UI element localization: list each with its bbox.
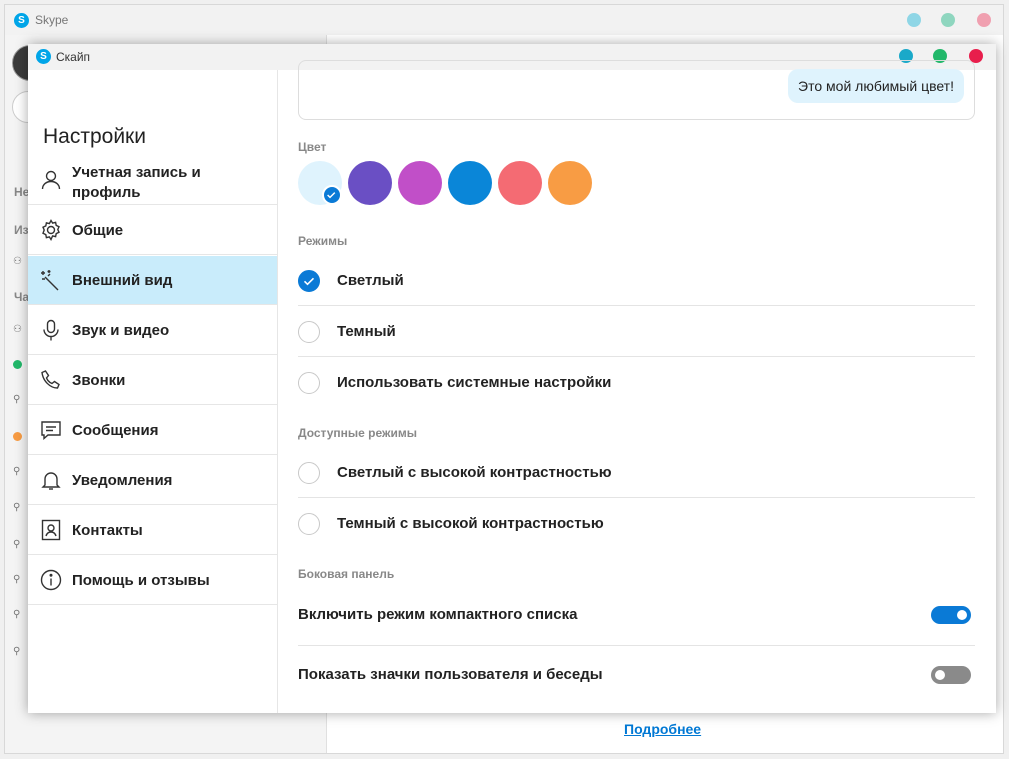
mode-option-label: Темный xyxy=(337,323,396,340)
nav-item-general[interactable]: Общие xyxy=(28,206,277,255)
mode-option[interactable]: Темный xyxy=(298,307,975,357)
nav-item-label: Учетная запись и профиль xyxy=(72,164,201,201)
radio-icon[interactable] xyxy=(298,372,320,394)
toggle-knob xyxy=(957,610,967,620)
mode-option[interactable]: Использовать системные настройки xyxy=(298,358,975,408)
nav-item-contacts[interactable]: Контакты xyxy=(28,506,277,555)
person-icon xyxy=(39,168,63,192)
nav-item-notifications[interactable]: Уведомления xyxy=(28,456,277,505)
magic-wand-icon xyxy=(39,268,63,292)
away-status-icon xyxy=(13,432,22,441)
mode-option[interactable]: Светлый с высокой контрастностью xyxy=(298,448,975,498)
group-icon: ⚇ xyxy=(13,324,22,335)
nav-item-label: Внешний вид xyxy=(72,272,173,289)
person-icon: ⚲ xyxy=(13,646,21,657)
radio-icon[interactable] xyxy=(298,321,320,343)
toggle-switch-off[interactable] xyxy=(931,666,971,684)
settings-dialog: S Скайп Настройки Учетная запись и профи… xyxy=(28,44,996,713)
group-icon: ⚇ xyxy=(13,256,22,267)
nav-item-account[interactable]: Учетная запись и профиль xyxy=(28,156,277,205)
color-swatch-orange[interactable] xyxy=(548,161,592,205)
nav-item-messaging[interactable]: Сообщения xyxy=(28,406,277,455)
radio-icon[interactable] xyxy=(298,513,320,535)
message-icon xyxy=(39,418,63,442)
nav-item-label: Уведомления xyxy=(72,472,173,489)
phone-icon xyxy=(39,368,63,392)
nav-item-appearance[interactable]: Внешний вид xyxy=(28,256,277,305)
sidebar-section-label: Боковая панель xyxy=(298,567,395,581)
online-status-icon xyxy=(13,360,22,369)
person-icon: ⚲ xyxy=(13,394,21,405)
microphone-icon xyxy=(39,318,63,342)
color-swatch-light-blue[interactable] xyxy=(298,161,342,205)
nav-item-help[interactable]: Помощь и отзывы xyxy=(28,556,277,605)
color-swatch-magenta[interactable] xyxy=(398,161,442,205)
mode-option[interactable]: Темный с высокой контрастностью xyxy=(298,499,975,549)
person-icon: ⚲ xyxy=(13,502,21,513)
color-swatch-blue[interactable] xyxy=(448,161,492,205)
person-icon: ⚲ xyxy=(13,539,21,550)
toggle-label: Включить режим компактного списка xyxy=(298,606,578,623)
person-icon: ⚲ xyxy=(13,574,21,585)
radio-checked-icon[interactable] xyxy=(298,270,320,292)
color-section-label: Цвет xyxy=(298,140,327,154)
contact-card-icon xyxy=(39,518,63,542)
mode-option-label: Темный с высокой контрастностью xyxy=(337,515,604,532)
skype-logo-icon: S xyxy=(14,13,29,28)
nav-item-label: Сообщения xyxy=(72,422,159,439)
main-titlebar: S Skype xyxy=(5,5,1003,35)
modes-section-label: Режимы xyxy=(298,234,348,248)
mode-option[interactable]: Светлый xyxy=(298,256,975,306)
appearance-panel: Это мой любимый цвет! Цвет Режимы Светлы… xyxy=(278,60,996,713)
toggle-switch-on[interactable] xyxy=(931,606,971,624)
nav-item-audio-video[interactable]: Звук и видео xyxy=(28,306,277,355)
nav-item-label: Контакты xyxy=(72,522,143,539)
nav-item-label: Звонки xyxy=(72,372,126,389)
theme-preview: Это мой любимый цвет! xyxy=(298,60,975,120)
settings-heading: Настройки xyxy=(43,125,146,148)
skype-logo-icon: S xyxy=(36,49,51,64)
preview-message-bubble: Это мой любимый цвет! xyxy=(788,69,964,103)
person-icon: ⚲ xyxy=(13,609,21,620)
sidebar-section-label: Ча xyxy=(14,290,30,304)
bell-icon xyxy=(39,468,63,492)
more-link[interactable]: Подробнее xyxy=(624,721,701,737)
gear-icon xyxy=(39,218,63,242)
checkmark-icon xyxy=(322,185,342,205)
radio-icon[interactable] xyxy=(298,462,320,484)
accessible-modes-section-label: Доступные режимы xyxy=(298,426,417,440)
toggle-row: Включить режим компактного списка xyxy=(298,586,975,646)
main-close-button[interactable] xyxy=(977,13,991,27)
main-window-title: Skype xyxy=(35,13,69,27)
main-maximize-button[interactable] xyxy=(941,13,955,27)
sidebar-section-label: Из xyxy=(14,223,29,237)
nav-item-label: Звук и видео xyxy=(72,322,170,339)
color-swatch-coral[interactable] xyxy=(498,161,542,205)
mode-option-label: Светлый xyxy=(337,272,404,289)
person-icon: ⚲ xyxy=(13,466,21,477)
info-icon xyxy=(39,568,63,592)
color-swatch-purple[interactable] xyxy=(348,161,392,205)
mode-option-label: Светлый с высокой контрастностью xyxy=(337,464,612,481)
toggle-knob xyxy=(935,670,945,680)
dialog-title: Скайп xyxy=(56,50,91,64)
toggle-label: Показать значки пользователя и беседы xyxy=(298,666,603,683)
nav-item-label: Общие xyxy=(72,222,124,239)
toggle-row: Показать значки пользователя и беседы xyxy=(298,646,975,706)
mode-option-label: Использовать системные настройки xyxy=(337,374,612,391)
settings-nav: Настройки Учетная запись и профиль Общие В… xyxy=(28,70,278,713)
nav-item-calls[interactable]: Звонки xyxy=(28,356,277,405)
main-minimize-button[interactable] xyxy=(907,13,921,27)
nav-item-label: Помощь и отзывы xyxy=(72,572,210,589)
